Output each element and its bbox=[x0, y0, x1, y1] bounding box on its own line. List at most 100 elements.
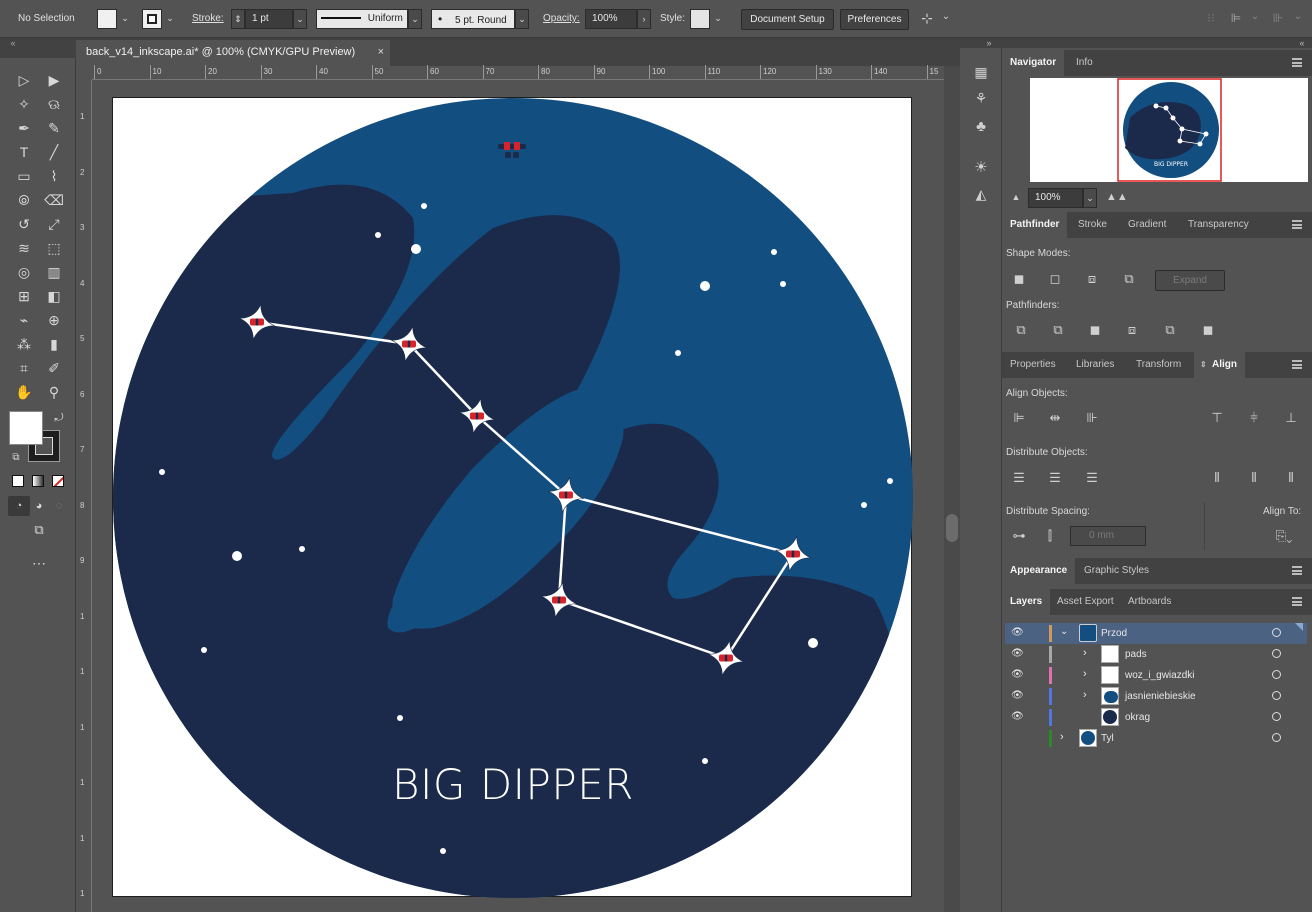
gradient-mode-icon[interactable] bbox=[32, 475, 44, 487]
tab-asset-export[interactable]: Asset Export bbox=[1049, 589, 1122, 615]
close-tab-icon[interactable]: × bbox=[378, 40, 384, 64]
swatches-panel-icon[interactable]: ▦ bbox=[970, 64, 992, 81]
opacity-arrow-icon[interactable]: › bbox=[637, 9, 651, 29]
tab-properties[interactable]: Properties bbox=[1002, 352, 1064, 378]
target-circle-icon[interactable] bbox=[1272, 670, 1281, 679]
exclude-icon[interactable]: ⧉ bbox=[1120, 271, 1138, 287]
warp-tool-icon[interactable]: ≋ bbox=[13, 238, 35, 258]
tab-stroke[interactable]: Stroke bbox=[1070, 212, 1115, 238]
rotate-tool-icon[interactable]: ↺ bbox=[13, 214, 35, 234]
layers-menu-icon[interactable] bbox=[1292, 597, 1302, 606]
visibility-eye-icon[interactable]: 👁 bbox=[1011, 690, 1024, 701]
vertical-distribute-space-icon[interactable]: ⊶ bbox=[1010, 528, 1028, 544]
align-grid-icon[interactable]: ⁝⁝ bbox=[1204, 11, 1218, 25]
fill-color-box[interactable] bbox=[9, 411, 43, 445]
tab-info[interactable]: Info bbox=[1068, 50, 1101, 76]
vertical-ruler[interactable]: 1 2 3 4 5 6 7 8 9 1 1 1 1 1 1 bbox=[76, 80, 92, 912]
vertical-scrollbar[interactable] bbox=[944, 66, 960, 912]
pen-tool-icon[interactable]: ✒ bbox=[13, 118, 35, 138]
hand-tool-icon[interactable]: ✋ bbox=[13, 382, 35, 402]
vertical-distribute-bottom-icon[interactable]: ☰ bbox=[1083, 470, 1101, 486]
tab-align[interactable]: ⇕ Align bbox=[1194, 352, 1245, 378]
fill-swatch[interactable] bbox=[97, 9, 117, 29]
canvas-area[interactable]: BIG DIPPER bbox=[92, 80, 944, 912]
layer-row-tyl[interactable]: › Tyl bbox=[1005, 728, 1307, 749]
layer-row-pads[interactable]: 👁 › pads bbox=[1005, 644, 1307, 665]
target-circle-icon[interactable] bbox=[1272, 733, 1281, 742]
eraser-tool-icon[interactable]: ⌫ bbox=[43, 190, 65, 210]
collapse-dock-icon[interactable]: » bbox=[983, 38, 995, 48]
big-dipper-artwork[interactable]: BIG DIPPER bbox=[113, 98, 913, 898]
expand-chevron-icon[interactable]: › bbox=[1083, 647, 1087, 659]
curvature-tool-icon[interactable]: ✎ bbox=[43, 118, 65, 138]
symbols-panel-icon[interactable]: ♣ bbox=[970, 118, 992, 135]
layer-row-okrag[interactable]: 👁 okrag bbox=[1005, 707, 1307, 728]
mesh-tool-icon[interactable]: ⊞ bbox=[13, 286, 35, 306]
align-chevron-icon[interactable]: ⌄ bbox=[1249, 11, 1261, 22]
horizontal-align-right-icon[interactable]: ⊪ bbox=[1083, 410, 1101, 426]
collapse-panels-icon[interactable]: « bbox=[1296, 38, 1308, 48]
vertical-distribute-top-icon[interactable]: ☰ bbox=[1010, 470, 1028, 486]
preferences-button[interactable]: Preferences bbox=[840, 9, 909, 30]
zoom-in-icon[interactable]: ▲▲ bbox=[1106, 191, 1128, 203]
edit-toolbar-icon[interactable]: ⋯ bbox=[28, 553, 50, 573]
stroke-swatch[interactable] bbox=[142, 9, 162, 29]
align-menu-icon[interactable] bbox=[1292, 360, 1302, 369]
scale-tool-icon[interactable]: ⤢ bbox=[43, 214, 65, 234]
style-chevron-icon[interactable]: ⌄ bbox=[711, 9, 725, 29]
navigator-menu-icon[interactable] bbox=[1292, 58, 1302, 67]
expand-chevron-icon[interactable]: › bbox=[1060, 731, 1064, 743]
align-to-selection-icon[interactable]: ⎘⌄ bbox=[1270, 528, 1298, 544]
ruler-origin[interactable] bbox=[76, 66, 92, 80]
brushes-panel-icon[interactable]: ⚘ bbox=[970, 90, 992, 107]
artboard-tool-icon[interactable]: ⌗ bbox=[13, 358, 35, 378]
target-circle-icon[interactable] bbox=[1272, 712, 1281, 721]
more-align-icon[interactable]: ⊪ bbox=[1271, 11, 1285, 25]
tab-appearance[interactable]: Appearance bbox=[1002, 558, 1076, 584]
type-tool-icon[interactable]: T bbox=[13, 142, 35, 162]
navigator-preview[interactable]: BIG DIPPER bbox=[1030, 78, 1308, 182]
navigator-zoom-field[interactable]: 100% bbox=[1028, 188, 1083, 208]
blend-tool-icon[interactable]: ⊕ bbox=[43, 310, 65, 330]
tab-artboards[interactable]: Artboards bbox=[1120, 589, 1179, 615]
brush-dropdown[interactable]: • 5 pt. Round bbox=[431, 9, 515, 29]
zoom-tool-icon[interactable]: ⚲ bbox=[43, 382, 65, 402]
arrange-documents-icon[interactable]: ⊹ bbox=[918, 10, 936, 27]
selection-tool-icon[interactable]: ▷ bbox=[13, 70, 35, 90]
draw-normal-icon[interactable]: ◔ bbox=[8, 496, 30, 516]
visibility-eye-icon[interactable]: 👁 bbox=[1011, 648, 1024, 659]
default-colors-icon[interactable]: ⧉ bbox=[5, 448, 27, 468]
stroke-weight-stepper[interactable]: ⇕ bbox=[231, 9, 245, 29]
none-mode-icon[interactable] bbox=[52, 475, 64, 487]
color-mode-icon[interactable] bbox=[12, 475, 24, 487]
tab-transform[interactable]: Transform bbox=[1128, 352, 1189, 378]
shape-builder-tool-icon[interactable]: ◎ bbox=[13, 262, 35, 282]
target-circle-icon[interactable] bbox=[1272, 649, 1281, 658]
horizontal-distribute-center-icon[interactable]: ⦀ bbox=[1245, 470, 1263, 486]
vertical-distribute-center-icon[interactable]: ☰ bbox=[1046, 470, 1064, 486]
direct-selection-tool-icon[interactable]: ▶ bbox=[43, 70, 65, 90]
eyedropper-tool-icon[interactable]: ⌁ bbox=[13, 310, 35, 330]
pathfinder-menu-icon[interactable] bbox=[1292, 220, 1302, 229]
horizontal-ruler[interactable]: 0 10 20 30 40 50 60 70 80 90 100 110 120 130 140 15 bbox=[92, 65, 944, 80]
target-circle-icon[interactable] bbox=[1272, 628, 1281, 637]
zoom-chevron-icon[interactable]: ⌄ bbox=[1083, 188, 1097, 208]
vertical-align-bottom-icon[interactable]: ⊥ bbox=[1282, 410, 1300, 426]
screen-mode-icon[interactable]: ⧉ bbox=[28, 520, 50, 540]
layer-row-przod[interactable]: 👁 ⌄ Przod bbox=[1005, 623, 1307, 644]
rectangle-tool-icon[interactable]: ▭ bbox=[13, 166, 35, 186]
swap-colors-icon[interactable]: ⤾ bbox=[48, 408, 70, 428]
horizontal-align-center-icon[interactable]: ⇹ bbox=[1046, 410, 1064, 426]
graphic-style-swatch[interactable] bbox=[690, 9, 710, 29]
stroke-weight-field[interactable]: 1 pt bbox=[245, 9, 293, 29]
visibility-eye-icon[interactable]: 👁 bbox=[1011, 711, 1024, 722]
horizontal-align-left-icon[interactable]: ⊫ bbox=[1010, 410, 1028, 426]
stroke-dropdown-chevron-icon[interactable]: ⌄ bbox=[163, 9, 177, 29]
opacity-field[interactable]: 100% bbox=[585, 9, 637, 29]
perspective-grid-tool-icon[interactable]: ▥ bbox=[43, 262, 65, 282]
draw-behind-icon[interactable]: ◕ bbox=[28, 496, 50, 516]
slice-tool-icon[interactable]: ✐ bbox=[43, 358, 65, 378]
stroke-weight-chevron-icon[interactable]: ⌄ bbox=[293, 9, 307, 29]
target-circle-icon[interactable] bbox=[1272, 691, 1281, 700]
color-guide-panel-icon[interactable]: ◭ bbox=[970, 186, 992, 203]
